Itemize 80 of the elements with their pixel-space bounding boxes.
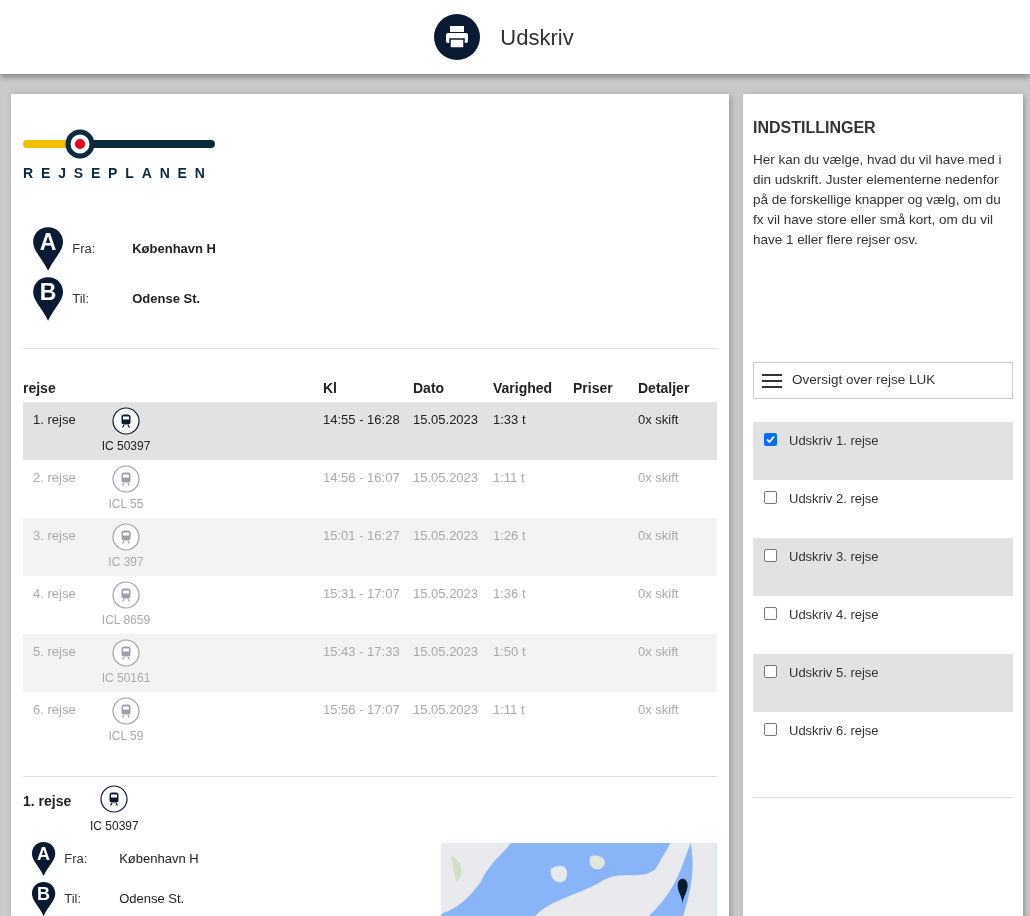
table-cell-text: 0x skift [638,643,680,661]
checkbox[interactable] [764,491,777,504]
print-option[interactable]: Udskriv 1. rejse [753,422,1013,480]
checkbox[interactable] [764,549,777,562]
train-icon [112,407,140,435]
table-cell-text: 15.05.2023 [413,411,480,429]
checkbox[interactable] [764,665,777,678]
route-value: København H [119,850,199,869]
train-icon [112,465,140,493]
train-icon [112,523,140,551]
table-cell-text: 15:43 - 17:33 [323,643,401,661]
table-cell-text: 6. rejse [32,701,77,719]
printer-icon [434,14,481,60]
train-icon [112,639,140,667]
column-header: Dato [413,379,446,398]
table-cell-text: 15.05.2023 [413,585,480,603]
table-cell-text: ICL 55 [108,496,144,513]
table-cell-text: 0x skift [638,469,680,487]
table-cell-text: 14:56 - 16:07 [323,469,401,487]
route-label: Fra: [72,240,97,259]
overview-menu-button[interactable]: Oversigt over rejse LUK [753,362,1013,399]
train-icon [100,785,129,813]
table-cell-text: 0x skift [638,585,680,603]
route-label: Til: [64,890,83,909]
table-cell-text: ICL 8659 [101,612,151,629]
table-cell-text: IC 50161 [101,670,151,687]
train-number: IC 50397 [90,818,139,835]
table-cell-text: IC 397 [108,554,144,571]
table-cell-text: 15:01 - 16:27 [323,527,401,545]
checkbox[interactable] [764,607,777,620]
column-header: Varighed [493,379,554,398]
column-header: Detaljer [638,379,691,398]
table-cell-text: ICL 59 [108,728,144,745]
route-value: Odense St. [119,890,185,909]
table-cell-text: 15.05.2023 [413,701,480,719]
table-cell-text: 3. rejse [32,527,77,545]
table-cell-text: 1:11 t [493,469,526,487]
settings-title: INDSTILLINGER [753,118,877,138]
table-cell-text: 0x skift [638,701,680,719]
column-header: Kl [323,379,338,398]
table-cell-text: 1:26 t [493,527,527,545]
table-cell-text: 1:11 t [493,701,526,719]
logo-wordmark: REJSEPLANEN [23,164,214,183]
table-cell-text: 15.05.2023 [413,527,480,545]
page-title: Udskriv [500,23,574,52]
print-option[interactable]: Udskriv 5. rejse [753,654,1013,712]
table-cell-text: 1. rejse [32,411,77,429]
table-cell-text: 0x skift [638,527,680,545]
table-cell-text: 0x skift [638,411,680,429]
column-header: Priser [573,379,614,398]
table-cell-text: 15.05.2023 [413,469,480,487]
table-cell-text: 1:36 t [493,585,527,603]
route-label: Til: [72,290,91,309]
table-cell-text: 5. rejse [32,643,77,661]
checkbox[interactable] [764,723,777,736]
journey-row[interactable]: 1. rejse IC 50397 14:55 - 16:28 15.05.2023 1:33 t 0x skift [23,402,717,460]
map-pin: A [32,226,65,272]
train-icon [112,697,140,725]
table-cell-text: 4. rejse [32,585,77,603]
table-cell-text: 15:56 - 17:07 [323,701,401,719]
menu-icon [762,373,782,388]
train-icon [112,581,140,609]
table-cell-text: 15:31 - 17:07 [323,585,401,603]
table-cell-text: IC 50397 [101,438,151,455]
table-cell-text: 1:50 t [493,643,527,661]
route-value: København H [132,240,216,259]
table-cell-text: 15.05.2023 [413,643,480,661]
checkbox[interactable] [764,433,777,446]
map-pin: B [32,276,65,322]
settings-description: Her kan du vælge, hvad du vil have med i din udskrift. Juster elementerne nedenfor på de forskellige knapper og vælg, om du fx vil have store eller små kort, om du vil have 1 eller flere rejser osv. [753,151,1003,249]
table-cell-text: 2. rejse [32,469,77,487]
route-label: Fra: [64,850,89,869]
table-cell-text: 14:55 - 16:28 [323,411,401,429]
journey-title: 1. rejse [23,792,73,811]
map-pin: B [31,881,57,916]
table-cell-text: 1:33 t [493,411,527,429]
route-value: Odense St. [132,290,201,309]
map-pin: A [31,841,57,877]
print-option[interactable]: Udskriv 3. rejse [753,538,1013,596]
column-header: rejse [23,379,57,398]
